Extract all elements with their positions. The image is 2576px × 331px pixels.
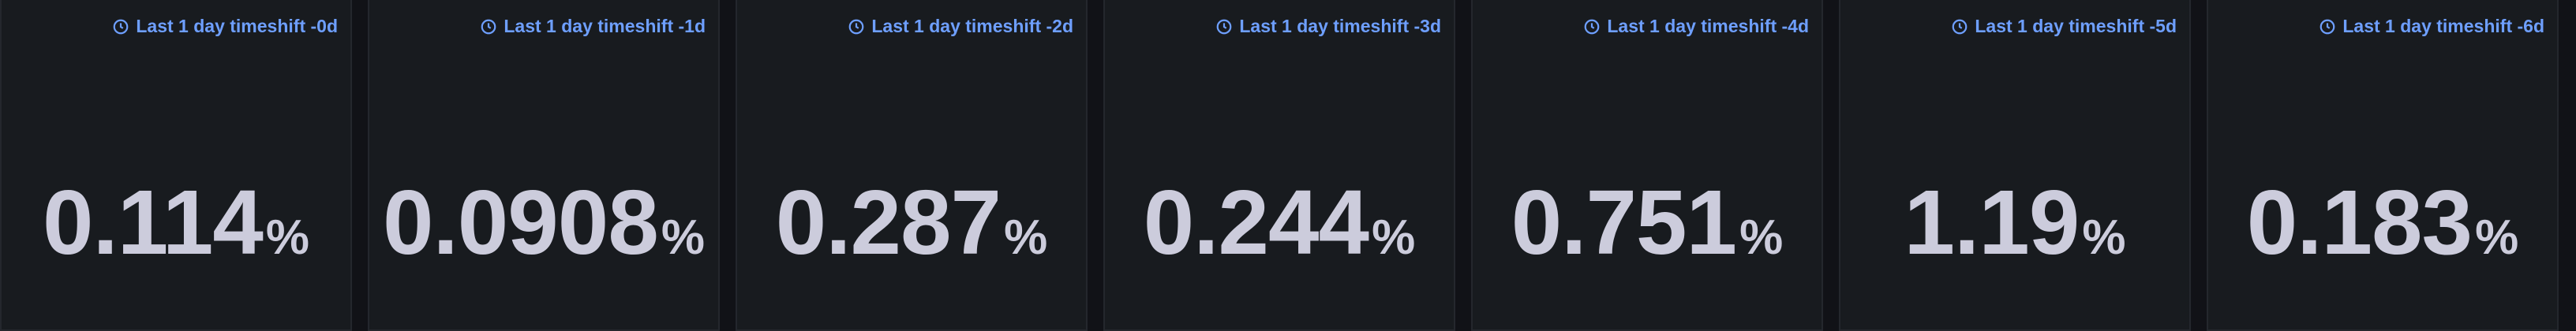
panel-header-link[interactable]: Last 1 day timeshift -5d [1951,16,2177,37]
stat-unit: % [2475,210,2519,265]
stat-unit: % [1739,210,1784,265]
stat-panel-0d: Last 1 day timeshift -0d 0.114% [0,0,352,331]
panel-header-link[interactable]: Last 1 day timeshift -4d [1583,16,1809,37]
stat-panel-1d: Last 1 day timeshift -1d 0.0908% [368,0,720,331]
stat-display: 1.19% [1840,177,2189,268]
panel-header-link[interactable]: Last 1 day timeshift -6d [2319,16,2544,37]
panel-header-link[interactable]: Last 1 day timeshift -0d [112,16,338,37]
stat-value: 0.183 [2246,171,2473,273]
stat-value: 0.287 [775,171,1002,273]
clock-icon [480,18,497,35]
clock-icon [1215,18,1233,35]
stat-display: 0.0908% [369,177,718,268]
clock-icon [1583,18,1601,35]
panel-header-link[interactable]: Last 1 day timeshift -3d [1215,16,1441,37]
stat-panel-6d: Last 1 day timeshift -6d 0.183% [2207,0,2559,331]
stat-display: 0.244% [1105,177,1454,268]
stat-display: 0.114% [2,177,350,268]
dashboard-row: Last 1 day timeshift -0d 0.114% Last 1 d… [0,0,2576,331]
stat-display: 0.183% [2208,177,2557,268]
clock-icon [1951,18,1968,35]
panel-title: Last 1 day timeshift -0d [136,16,338,36]
panel-title: Last 1 day timeshift -1d [504,16,706,36]
stat-panel-2d: Last 1 day timeshift -2d 0.287% [736,0,1088,331]
stat-value: 1.19 [1904,171,2080,273]
stat-unit: % [661,210,705,265]
stat-panel-5d: Last 1 day timeshift -5d 1.19% [1839,0,2191,331]
panel-title: Last 1 day timeshift -2d [871,16,1073,36]
stat-value: 0.751 [1511,171,1737,273]
stat-display: 0.287% [737,177,1086,268]
stat-value: 0.0908 [383,171,659,273]
panel-header-link[interactable]: Last 1 day timeshift -1d [480,16,706,37]
clock-icon [112,18,129,35]
panel-title: Last 1 day timeshift -5d [1975,16,2177,36]
panel-title: Last 1 day timeshift -3d [1239,16,1441,36]
stat-unit: % [1004,210,1048,265]
panel-header-link[interactable]: Last 1 day timeshift -2d [848,16,1073,37]
clock-icon [2319,18,2336,35]
stat-value: 0.244 [1143,171,1369,273]
panel-title: Last 1 day timeshift -4d [1607,16,1809,36]
clock-icon [848,18,865,35]
stat-value: 0.114 [42,171,264,273]
stat-panel-3d: Last 1 day timeshift -3d 0.244% [1103,0,1455,331]
stat-unit: % [2082,210,2126,265]
panel-title: Last 1 day timeshift -6d [2342,16,2544,36]
stat-display: 0.751% [1473,177,1822,268]
stat-unit: % [1372,210,1416,265]
stat-panel-4d: Last 1 day timeshift -4d 0.751% [1471,0,1823,331]
stat-unit: % [265,210,310,265]
